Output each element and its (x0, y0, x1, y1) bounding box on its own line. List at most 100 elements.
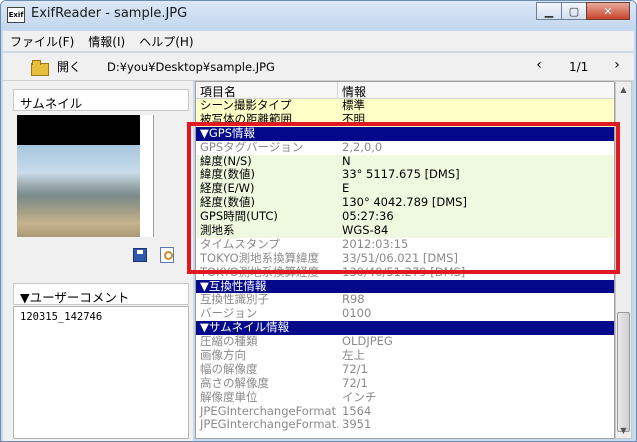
row-item-name: 画像方向 (200, 349, 246, 363)
table-row[interactable]: GPSタグバージョン 2,2,0,0 (196, 140, 614, 155)
table-row[interactable]: JPEGInterchangeFormat... 3951 (196, 418, 614, 432)
table-row[interactable]: TOKYO測地系換算緯度 33/51/06.021 [DMS] (196, 251, 614, 266)
app-icon: Exif (7, 7, 25, 23)
table-row[interactable]: 緯度(数値) 33° 5117.675 [DMS] (196, 168, 614, 183)
window-title: ExifReader - sample.JPG (31, 6, 188, 21)
section-row[interactable]: ▼サムネイル情報 (196, 321, 614, 336)
row-item-name: シーン撮影タイプ (200, 99, 292, 112)
table-row[interactable]: 緯度(N/S) N (196, 154, 614, 169)
row-value: WGS-84 (342, 224, 389, 238)
vertical-scrollbar[interactable]: ▲ ▼ (615, 81, 632, 439)
table-row[interactable]: 経度(数値) 130° 4042.789 [DMS] (196, 196, 614, 211)
maximize-button[interactable]: ▢ (561, 2, 587, 20)
column-header-item[interactable]: 項目名 (196, 82, 338, 99)
row-value: 2,2,0,0 (342, 140, 383, 154)
row-value: 不明 (342, 112, 365, 126)
search-document-icon[interactable] (160, 247, 174, 263)
row-value: R98 (342, 293, 365, 307)
row-item-name: 経度(数値) (200, 196, 255, 210)
row-item-name: TOKYO測地系換算緯度 (200, 251, 320, 265)
table-row[interactable]: 幅の解像度 72/1 (196, 362, 614, 377)
row-item-name: JPEGInterchangeFormat... (200, 418, 338, 432)
table-row[interactable]: 互換性識別子 R98 (196, 293, 614, 307)
row-item-name: タイムスタンプ (200, 237, 280, 251)
row-item-name: 緯度(N/S) (200, 154, 252, 168)
row-value: 1564 (342, 404, 372, 418)
table-row[interactable]: タイムスタンプ 2012:03:15 (196, 237, 614, 252)
thumbnail-header: サムネイル (13, 89, 189, 111)
row-item-name: 測地系 (200, 224, 235, 238)
thumbnail-photo (17, 145, 140, 237)
row-value: 72/1 (342, 362, 368, 376)
row-item-name: TOKYO測地系換算経度 (200, 265, 320, 279)
previous-button[interactable]: ‹ (531, 57, 547, 73)
menu-file[interactable]: ファイル(F) (3, 31, 81, 51)
row-item-name: 解像度単位 (200, 390, 258, 404)
table-row[interactable]: 解像度単位 インチ (196, 390, 614, 405)
table-row[interactable]: バージョン 0100 (196, 307, 614, 321)
row-value: 3951 (342, 418, 372, 432)
table-row[interactable]: 経度(E/W) E (196, 182, 614, 197)
page-counter: 1/1 (569, 60, 589, 74)
user-comment-header: ▼ユーザーコメント (13, 283, 189, 305)
table-row[interactable]: 高さの解像度 72/1 (196, 376, 614, 391)
row-value: 標準 (342, 99, 365, 112)
row-value: 05:27:36 (342, 210, 394, 224)
scroll-up-arrow-icon[interactable]: ▲ (617, 83, 630, 96)
row-item-name: ▼互換性情報 (200, 279, 267, 293)
row-item-name: 高さの解像度 (200, 376, 269, 390)
row-item-name: 被写体の距離範囲 (200, 112, 292, 126)
exif-table: 項目名 情報 シーン撮影タイプ 標準被写体の距離範囲 不明 ▼GPS情報 GPSタグバー… (195, 81, 615, 439)
table-row[interactable]: 圧縮の種類 OLDJPEG (196, 335, 614, 349)
table-row[interactable]: 被写体の距離範囲 不明 (196, 112, 614, 127)
table-row[interactable]: GPS時間(UTC) 05:27:36 (196, 210, 614, 225)
row-value: 72/1 (342, 376, 368, 390)
column-header-info[interactable]: 情報 (338, 82, 614, 99)
row-item-name: バージョン (200, 307, 258, 321)
section-row[interactable]: ▼互換性情報 (196, 279, 614, 294)
scroll-down-arrow-icon[interactable]: ▼ (617, 424, 630, 437)
table-row[interactable]: TOKYO測地系換算経度 130/40/51.279 [DMS] (196, 265, 614, 280)
row-value: 0100 (342, 307, 372, 321)
row-item-name: 幅の解像度 (200, 362, 258, 376)
row-value: 130/40/51.279 [DMS] (342, 265, 466, 279)
row-item-name: JPEGInterchangeFormat (200, 404, 337, 418)
user-comment-field[interactable]: 120315_142746 (13, 306, 189, 439)
row-value: 33/51/06.021 [DMS] (342, 251, 458, 265)
close-button[interactable]: ✕ (586, 2, 630, 20)
row-item-name: GPS時間(UTC) (200, 210, 278, 224)
table-row[interactable]: シーン撮影タイプ 標準 (196, 99, 614, 113)
row-item-name: 経度(E/W) (200, 182, 255, 196)
scroll-thumb[interactable] (617, 312, 630, 432)
thumbnail-margin (140, 115, 154, 237)
save-icon[interactable] (133, 248, 147, 262)
file-path: D:¥you¥Desktop¥sample.JPG (107, 60, 275, 74)
open-label: 開く (57, 60, 82, 74)
caption-buttons: ▁ ▢ ✕ (536, 2, 630, 20)
left-panel: サムネイル ▼ユーザーコメント 120315_142746 (3, 81, 193, 441)
row-value: 33° 5117.675 [DMS] (342, 168, 460, 182)
toolbar: 開く D:¥you¥Desktop¥sample.JPG ‹ 1/1 › (3, 52, 634, 81)
next-button[interactable]: › (609, 57, 625, 73)
folder-open-icon (31, 59, 49, 76)
minimize-button[interactable]: ▁ (536, 2, 562, 20)
row-value: N (342, 154, 351, 168)
menu-help[interactable]: ヘルプ(H) (132, 31, 200, 51)
menu-bar: ファイル(F) 情報(I) ヘルプ(H) (3, 31, 634, 51)
open-button[interactable]: 開く (31, 58, 82, 76)
section-row[interactable]: ▼GPS情報 (196, 126, 614, 141)
table-row[interactable]: 画像方向 左上 (196, 349, 614, 363)
title-bar[interactable]: Exif ExifReader - sample.JPG ▁ ▢ ✕ (1, 1, 636, 29)
row-item-name: ▼GPS情報 (200, 126, 255, 140)
table-row[interactable]: JPEGInterchangeFormat 1564 (196, 404, 614, 419)
menu-info[interactable]: 情報(I) (81, 31, 132, 51)
exifreader-window: Exif ExifReader - sample.JPG ▁ ▢ ✕ ファイル(… (0, 0, 637, 442)
row-value: 130° 4042.789 [DMS] (342, 196, 467, 210)
row-value: インチ (342, 390, 377, 404)
table-header: 項目名 情報 (196, 82, 614, 99)
row-value: E (342, 182, 350, 196)
row-value: 左上 (342, 349, 365, 363)
row-value: 2012:03:15 (342, 237, 409, 251)
thumbnail-image (17, 115, 140, 237)
table-row[interactable]: 測地系 WGS-84 (196, 224, 614, 238)
